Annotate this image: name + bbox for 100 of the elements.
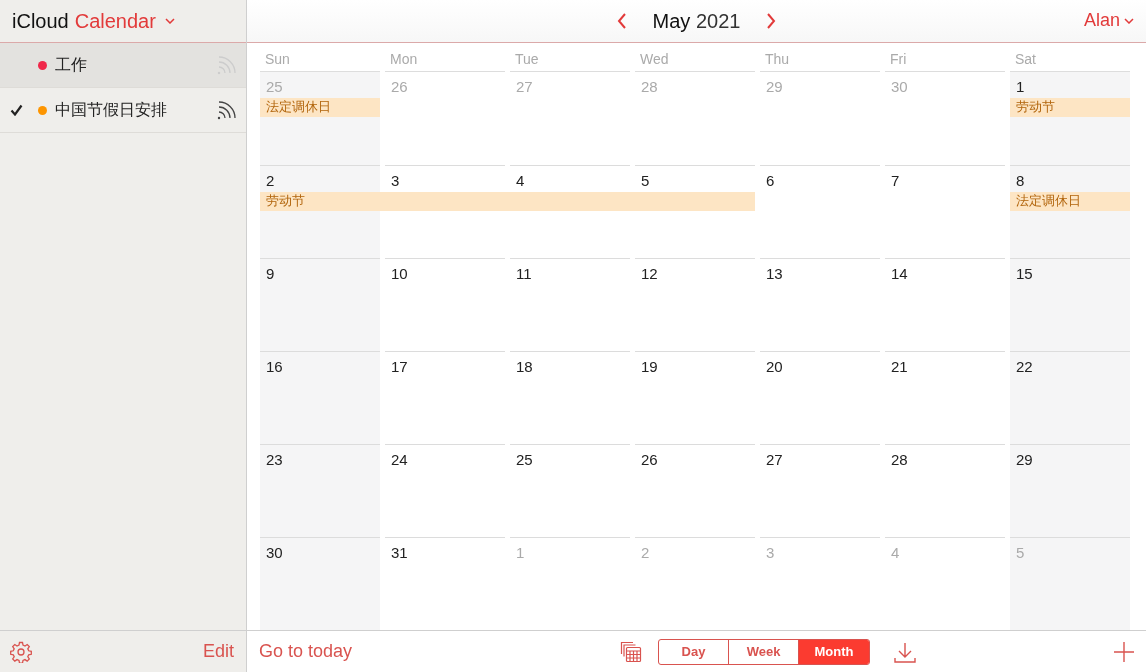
day-number: 2	[641, 544, 650, 563]
day-number: 31	[391, 544, 408, 563]
weekday-label: Mon	[385, 51, 505, 72]
view-tab[interactable]: Day	[659, 639, 730, 664]
previous-month-icon[interactable]	[616, 13, 627, 29]
weekday-label: Wed	[635, 51, 755, 72]
day-cell[interactable]: 21	[885, 351, 1005, 444]
day-number: 8	[1016, 172, 1025, 191]
event-bar[interactable]: 法定调休日	[1010, 192, 1130, 211]
day-number: 27	[766, 451, 783, 470]
day-cell[interactable]: 25 法定调休日	[260, 72, 380, 165]
day-number: 19	[641, 358, 658, 377]
day-number: 26	[641, 451, 658, 470]
day-number: 30	[266, 544, 283, 563]
user-menu[interactable]: Alan	[1083, 10, 1134, 31]
calendar-name: 工作	[55, 54, 88, 75]
day-cell[interactable]: 3	[385, 165, 505, 258]
day-number: 25	[516, 451, 533, 470]
event-bar[interactable]: 劳动节	[260, 192, 380, 211]
add-icon[interactable]	[1114, 641, 1134, 662]
calendars-icon[interactable]	[620, 640, 643, 663]
day-number: 28	[891, 451, 908, 470]
day-number: 15	[1016, 265, 1033, 284]
day-cell[interactable]: 18	[510, 351, 630, 444]
day-cell[interactable]: 15	[1010, 258, 1130, 351]
day-number: 26	[391, 78, 408, 97]
day-number: 25	[266, 78, 283, 97]
day-number: 1	[516, 544, 525, 563]
day-number: 10	[391, 265, 408, 284]
day-number: 12	[641, 265, 658, 284]
day-number: 17	[391, 358, 408, 377]
day-cell[interactable]: 30	[260, 537, 380, 630]
day-cell[interactable]: 13	[760, 258, 880, 351]
chevron-down-icon	[164, 18, 175, 24]
day-number: 13	[766, 265, 783, 284]
weekday-label: Fri	[885, 51, 1005, 72]
go-to-today-link[interactable]: Go to today	[259, 641, 353, 662]
day-cell[interactable]: 29	[1010, 444, 1130, 537]
weekday-label: Tue	[510, 51, 630, 72]
calendar-item[interactable]: 中国节假日安排	[0, 88, 246, 133]
day-cell[interactable]: 12	[635, 258, 755, 351]
view-tab[interactable]: Month	[799, 639, 870, 664]
day-number: 29	[766, 78, 783, 97]
chevron-down-icon	[1124, 17, 1134, 24]
day-cell[interactable]: 1 劳动节	[1010, 72, 1130, 165]
day-cell[interactable]: 20	[760, 351, 880, 444]
day-cell[interactable]: 10	[385, 258, 505, 351]
day-cell[interactable]: 27	[760, 444, 880, 537]
day-number: 28	[641, 78, 658, 97]
day-number: 4	[516, 172, 525, 191]
day-cell[interactable]: 17	[385, 351, 505, 444]
download-icon[interactable]	[894, 640, 917, 663]
day-cell[interactable]: 6	[760, 165, 880, 258]
day-cell[interactable]: 31	[385, 537, 505, 630]
day-number: 5	[1016, 544, 1025, 563]
day-number: 2	[266, 172, 275, 191]
day-number: 6	[766, 172, 775, 191]
day-cell[interactable]: 7	[885, 165, 1005, 258]
day-cell[interactable]: 25	[510, 444, 630, 537]
day-number: 14	[891, 265, 908, 284]
day-number: 23	[266, 451, 283, 470]
day-cell[interactable]: 5	[635, 165, 755, 258]
day-number: 22	[1016, 358, 1033, 377]
day-cell[interactable]: 26	[635, 444, 755, 537]
day-number: 5	[641, 172, 650, 191]
day-number: 21	[891, 358, 908, 377]
day-number: 3	[391, 172, 400, 191]
day-number: 20	[766, 358, 783, 377]
day-cell[interactable]: 23	[260, 444, 380, 537]
app-title-menu[interactable]: iCloud Calendar	[12, 9, 175, 33]
day-number: 24	[391, 451, 408, 470]
calendar-item[interactable]: 工作	[0, 43, 246, 88]
broadcast-icon	[216, 99, 238, 121]
day-cell[interactable]: 28	[885, 444, 1005, 537]
day-number: 4	[891, 544, 900, 563]
settings-icon[interactable]	[10, 640, 32, 663]
day-cell[interactable]: 8 法定调休日	[1010, 165, 1130, 258]
event-bar[interactable]: 劳动节	[1010, 98, 1130, 117]
day-number: 16	[266, 358, 283, 377]
day-cell[interactable]: 24	[385, 444, 505, 537]
event-bar[interactable]: 法定调休日	[260, 98, 380, 117]
day-cell[interactable]: 22	[1010, 351, 1130, 444]
day-number: 9	[266, 265, 275, 284]
day-cell[interactable]: 2 劳动节	[260, 165, 380, 258]
day-cell[interactable]: 4	[510, 165, 630, 258]
day-cell[interactable]: 19	[635, 351, 755, 444]
month-title: May 2021	[652, 9, 741, 33]
day-number: 11	[516, 265, 532, 284]
next-month-icon[interactable]	[766, 13, 777, 29]
day-cell[interactable]: 9	[260, 258, 380, 351]
day-number: 29	[1016, 451, 1033, 470]
day-number: 1	[1016, 78, 1025, 97]
day-cell[interactable]: 14	[885, 258, 1005, 351]
weekday-label: Thu	[760, 51, 880, 72]
day-cell[interactable]: 16	[260, 351, 380, 444]
day-number: 7	[891, 172, 900, 191]
day-cell[interactable]: 11	[510, 258, 630, 351]
day-number: 18	[516, 358, 533, 377]
day-number: 27	[516, 78, 533, 97]
calendar-name: 中国节假日安排	[55, 99, 168, 120]
